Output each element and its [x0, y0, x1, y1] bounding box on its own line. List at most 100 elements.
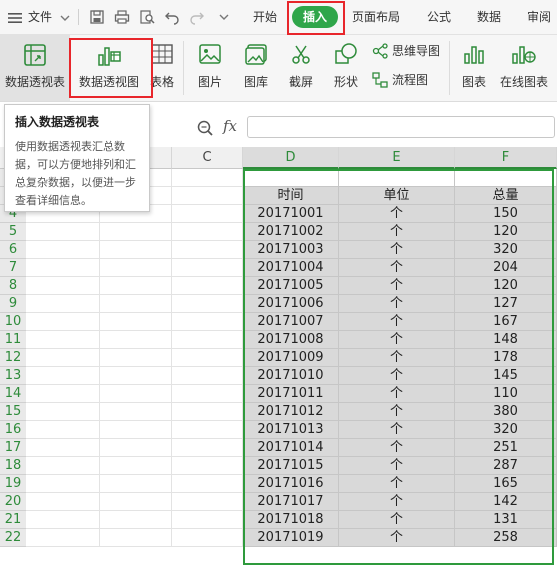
pivot-chart-button[interactable]: 数据透视图 [72, 35, 146, 101]
row-header[interactable]: 16 [0, 421, 26, 439]
table-cell[interactable]: 178 [455, 349, 557, 367]
table-cell[interactable]: 个 [339, 259, 455, 277]
table-cell[interactable]: 287 [455, 457, 557, 475]
cell-empty[interactable] [172, 493, 243, 511]
table-cell[interactable]: 20171009 [243, 349, 339, 367]
cell-empty[interactable] [172, 277, 243, 295]
cell-empty[interactable] [26, 259, 100, 277]
formula-input[interactable] [247, 116, 555, 138]
online-chart-button[interactable]: 在线图表 [496, 35, 552, 101]
column-header-d[interactable]: D [243, 147, 339, 169]
chevron-down-icon[interactable] [60, 0, 70, 34]
row-header[interactable]: 22 [0, 529, 26, 547]
table-cell[interactable]: 20171011 [243, 385, 339, 403]
row-header[interactable]: 12 [0, 349, 26, 367]
table-cell[interactable]: 个 [339, 223, 455, 241]
cell-empty[interactable] [172, 331, 243, 349]
table-cell[interactable]: 个 [339, 331, 455, 349]
table-cell[interactable]: 个 [339, 403, 455, 421]
cell-empty[interactable] [100, 421, 172, 439]
row-header[interactable]: 10 [0, 313, 26, 331]
table-cell[interactable]: 20171006 [243, 295, 339, 313]
cell-empty[interactable] [100, 313, 172, 331]
chart-button[interactable]: 图表 [454, 35, 494, 101]
row-header[interactable]: 15 [0, 403, 26, 421]
cell-empty[interactable] [172, 529, 243, 547]
table-cell[interactable]: 个 [339, 511, 455, 529]
table-cell[interactable]: 131 [455, 511, 557, 529]
cell-empty[interactable] [172, 457, 243, 475]
cell-empty[interactable] [172, 223, 243, 241]
cell-empty[interactable] [26, 241, 100, 259]
table-cell[interactable]: 258 [455, 529, 557, 547]
table-cell[interactable]: 251 [455, 439, 557, 457]
cell-empty[interactable] [26, 439, 100, 457]
table-cell[interactable]: 20171003 [243, 241, 339, 259]
table-cell[interactable]: 380 [455, 403, 557, 421]
table-cell[interactable]: 个 [339, 205, 455, 223]
flowchart-button[interactable]: 流程图 [392, 70, 428, 90]
table-cell[interactable]: 20171018 [243, 511, 339, 529]
table-cell[interactable]: 个 [339, 457, 455, 475]
cell-empty[interactable] [26, 529, 100, 547]
table-cell[interactable]: 个 [339, 421, 455, 439]
cell-empty[interactable] [26, 403, 100, 421]
tab-page-layout[interactable]: 页面布局 [352, 0, 400, 34]
table-cell[interactable]: 150 [455, 205, 557, 223]
table-cell[interactable]: 148 [455, 331, 557, 349]
cell-empty[interactable] [100, 367, 172, 385]
cell-empty[interactable] [172, 259, 243, 277]
table-cell[interactable]: 个 [339, 277, 455, 295]
cell-empty[interactable] [172, 187, 243, 205]
table-cell[interactable]: 个 [339, 295, 455, 313]
cell-empty[interactable] [172, 313, 243, 331]
cell-empty[interactable] [172, 421, 243, 439]
row-header[interactable]: 20 [0, 493, 26, 511]
table-cell[interactable]: 个 [339, 529, 455, 547]
cell-empty[interactable] [172, 169, 243, 187]
cell-empty[interactable] [100, 295, 172, 313]
row-header[interactable]: 8 [0, 277, 26, 295]
table-cell[interactable]: 20171019 [243, 529, 339, 547]
print-preview-icon[interactable] [139, 9, 155, 25]
mindmap-button[interactable]: 思维导图 [392, 41, 440, 61]
table-cell[interactable]: 20171013 [243, 421, 339, 439]
cell-empty[interactable] [172, 349, 243, 367]
gallery-button[interactable]: 图库 [236, 35, 276, 101]
cell-empty[interactable] [100, 331, 172, 349]
cell-empty[interactable] [26, 313, 100, 331]
cell-empty[interactable] [100, 439, 172, 457]
tab-review[interactable]: 审阅 [527, 0, 551, 34]
file-menu[interactable]: 文件 [28, 0, 52, 34]
cell-empty[interactable] [100, 277, 172, 295]
row-header[interactable]: 18 [0, 457, 26, 475]
cell-empty[interactable] [100, 475, 172, 493]
cell-empty[interactable] [100, 241, 172, 259]
cell-empty[interactable] [172, 439, 243, 457]
shape-button[interactable]: 形状 [326, 35, 366, 101]
row-header[interactable]: 14 [0, 385, 26, 403]
table-cell[interactable]: 个 [339, 367, 455, 385]
table-cell[interactable]: 个 [339, 349, 455, 367]
table-cell[interactable]: 20171004 [243, 259, 339, 277]
cell-empty[interactable] [172, 511, 243, 529]
table-cell[interactable]: 120 [455, 277, 557, 295]
table-cell[interactable]: 145 [455, 367, 557, 385]
table-cell[interactable]: 个 [339, 439, 455, 457]
cell-empty[interactable] [26, 457, 100, 475]
cell-empty[interactable] [100, 511, 172, 529]
table-cell[interactable]: 个 [339, 313, 455, 331]
table-cell[interactable]: 110 [455, 385, 557, 403]
pivot-table-button[interactable]: 数据透视表 [0, 35, 70, 101]
cell-empty[interactable] [26, 421, 100, 439]
table-cell[interactable]: 165 [455, 475, 557, 493]
cell-empty[interactable] [339, 169, 455, 187]
row-header[interactable]: 17 [0, 439, 26, 457]
screenshot-button[interactable]: 截屏 [280, 35, 322, 101]
tab-formulas[interactable]: 公式 [427, 0, 451, 34]
table-header-cell[interactable]: 时间 [243, 187, 339, 205]
table-cell[interactable]: 个 [339, 385, 455, 403]
row-header[interactable]: 19 [0, 475, 26, 493]
cell-empty[interactable] [455, 169, 557, 187]
cell-empty[interactable] [172, 385, 243, 403]
